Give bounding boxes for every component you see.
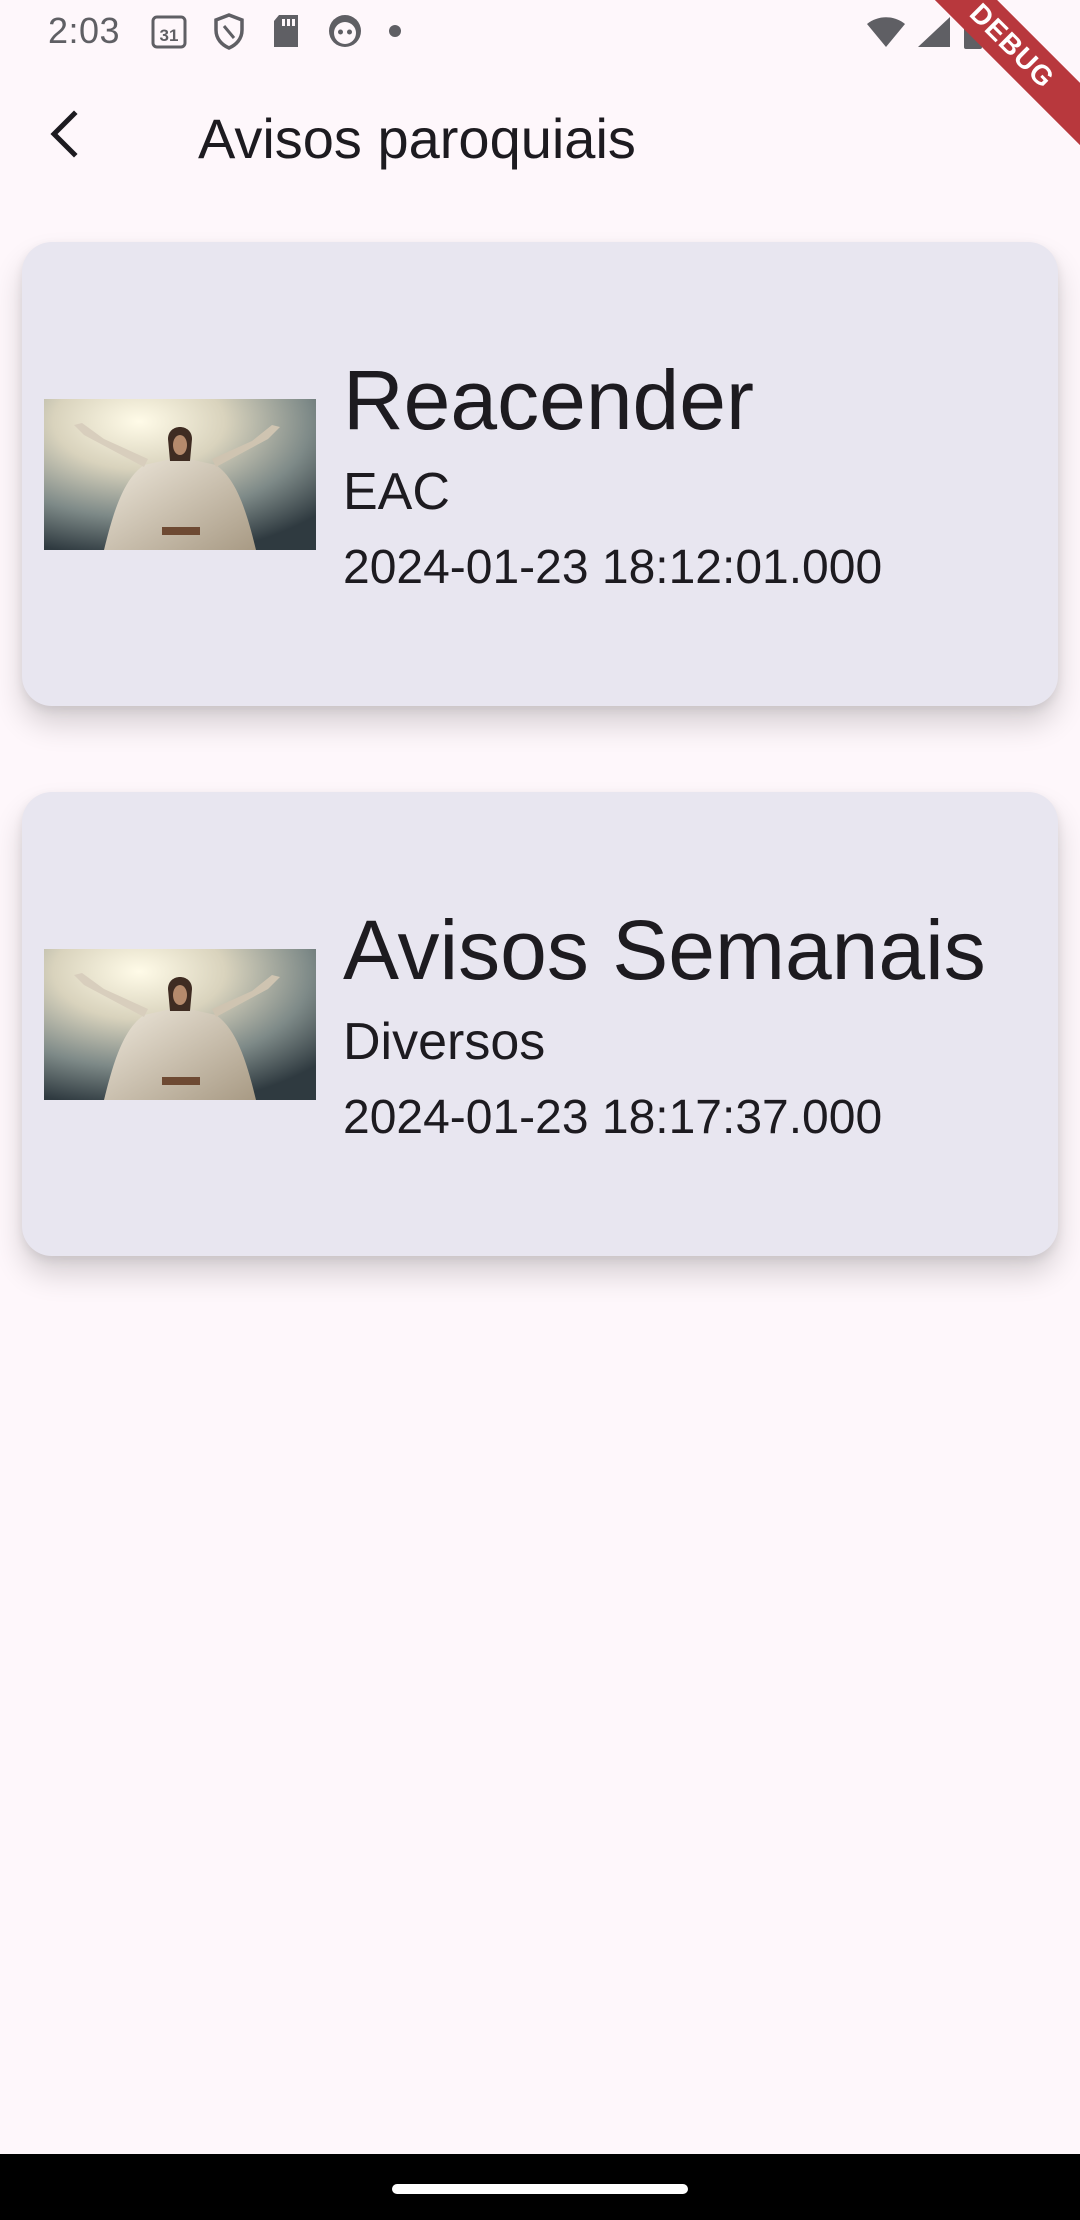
status-time: 2:03 — [48, 10, 121, 51]
app-bar: Avisos paroquiais — [0, 66, 1080, 216]
notice-category: Diversos — [343, 1013, 546, 1071]
notice-date: 2024-01-23 18:17:37.000 — [343, 1091, 883, 1144]
notice-card[interactable]: Reacender EAC 2024-01-23 18:12:01.000 — [22, 242, 1058, 706]
notice-title: Avisos Semanais — [343, 903, 986, 997]
home-gesture-handle[interactable] — [392, 2184, 688, 2194]
notice-date: 2024-01-23 18:12:01.000 — [343, 541, 883, 594]
dot-icon — [388, 24, 402, 38]
back-arrow-icon — [44, 109, 84, 163]
system-nav-bar — [0, 2154, 1080, 2220]
signal-icon — [916, 15, 952, 54]
notice-card[interactable]: Avisos Semanais Diversos 2024-01-23 18:1… — [22, 792, 1058, 1256]
back-button[interactable] — [28, 100, 100, 172]
calendar-icon: 31 — [150, 12, 188, 50]
shield-icon — [212, 12, 246, 50]
notice-thumbnail — [44, 949, 316, 1100]
page-title: Avisos paroquiais — [198, 107, 636, 170]
notice-title: Reacender — [343, 353, 754, 447]
status-icons-left: 31 — [150, 12, 402, 50]
status-bar: 2:03 31 — [0, 0, 1080, 66]
face-icon — [326, 12, 364, 50]
sd-card-icon — [270, 12, 302, 50]
svg-text:31: 31 — [160, 26, 179, 45]
notice-category: EAC — [343, 463, 450, 521]
notice-thumbnail — [44, 399, 316, 550]
wifi-icon — [866, 15, 906, 54]
